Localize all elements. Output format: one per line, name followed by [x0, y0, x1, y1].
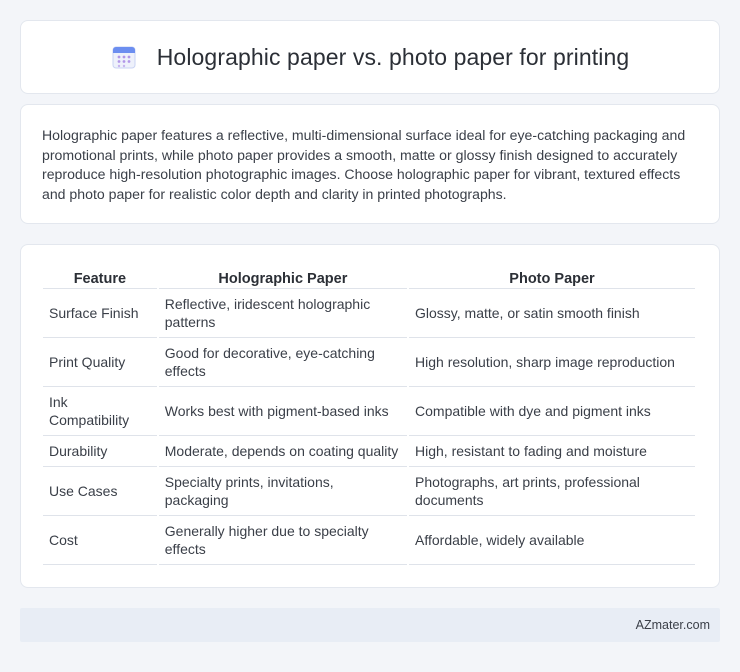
holographic-cell: Good for decorative, eye-catching effect… — [158, 338, 408, 387]
intro-card: Holographic paper features a reflective,… — [20, 104, 720, 224]
holographic-cell: Specialty prints, invitations, packaging — [158, 467, 408, 516]
photo-cell: Compatible with dye and pigment inks — [409, 387, 695, 436]
feature-cell: Cost — [43, 516, 157, 565]
holographic-cell: Works best with pigment-based inks — [158, 387, 408, 436]
holographic-cell: Reflective, iridescent holographic patte… — [158, 289, 408, 338]
feature-cell: Ink Compatibility — [43, 387, 157, 436]
photo-cell: High, resistant to fading and moisture — [409, 436, 695, 467]
footer-bar: AZmater.com — [20, 608, 720, 642]
table-row: Print Quality Good for decorative, eye-c… — [43, 338, 695, 387]
table-header-row: Feature Holographic Paper Photo Paper — [43, 267, 695, 289]
feature-cell: Print Quality — [43, 338, 157, 387]
title-card: Holographic paper vs. photo paper for pr… — [20, 20, 720, 94]
photo-cell: Affordable, widely available — [409, 516, 695, 565]
column-header-photo: Photo Paper — [409, 267, 695, 289]
footer-brand[interactable]: AZmater.com — [636, 618, 710, 632]
feature-cell: Surface Finish — [43, 289, 157, 338]
photo-cell: High resolution, sharp image reproductio… — [409, 338, 695, 387]
comparison-table: Feature Holographic Paper Photo Paper Su… — [41, 267, 697, 565]
photo-cell: Photographs, art prints, professional do… — [409, 467, 695, 516]
page-title: Holographic paper vs. photo paper for pr… — [156, 43, 630, 70]
holographic-cell: Generally higher due to specialty effect… — [158, 516, 408, 565]
column-header-holographic: Holographic Paper — [158, 267, 408, 289]
table-row: Cost Generally higher due to specialty e… — [43, 516, 695, 565]
table-row: Use Cases Specialty prints, invitations,… — [43, 467, 695, 516]
column-header-feature: Feature — [43, 267, 157, 289]
holographic-cell: Moderate, depends on coating quality — [158, 436, 408, 467]
intro-paragraph: Holographic paper features a reflective,… — [42, 127, 686, 202]
table-row: Surface Finish Reflective, iridescent ho… — [43, 289, 695, 338]
calendar-icon — [111, 44, 137, 70]
table-row: Durability Moderate, depends on coating … — [43, 436, 695, 467]
photo-cell: Glossy, matte, or satin smooth finish — [409, 289, 695, 338]
title-wrap: Holographic paper vs. photo paper for pr… — [111, 44, 630, 71]
table-row: Ink Compatibility Works best with pigmen… — [43, 387, 695, 436]
comparison-card: Feature Holographic Paper Photo Paper Su… — [20, 244, 720, 588]
feature-cell: Durability — [43, 436, 157, 467]
feature-cell: Use Cases — [43, 467, 157, 516]
